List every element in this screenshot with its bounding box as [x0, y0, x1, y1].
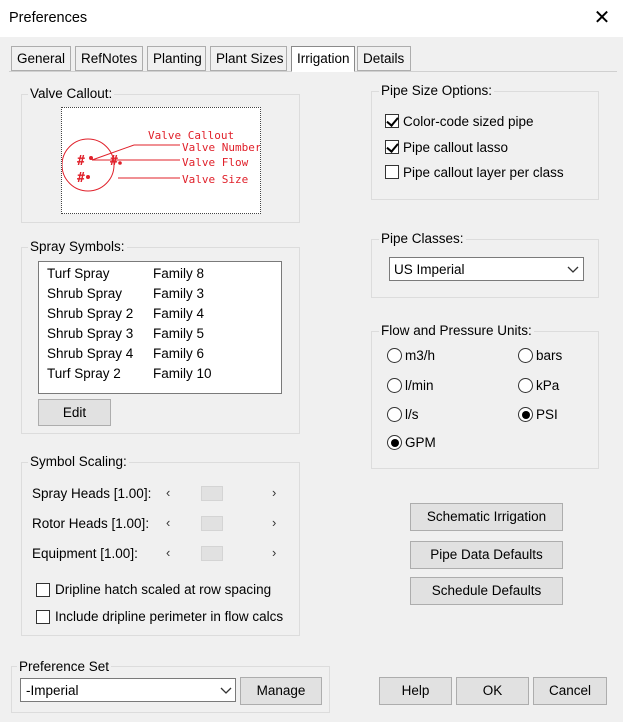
list-item[interactable]: Shrub Spray: [47, 286, 122, 301]
pipe-callout-lasso-label: Pipe callout lasso: [403, 140, 509, 155]
bars-radio[interactable]: [518, 348, 533, 363]
pipe-size-options-label: Pipe Size Options:: [379, 83, 495, 98]
rotor-heads-slider[interactable]: [201, 516, 223, 531]
spray-heads-left-arrow[interactable]: ‹: [166, 485, 170, 500]
psi-radio[interactable]: [518, 407, 533, 422]
equipment-right-arrow[interactable]: ›: [272, 545, 276, 560]
list-item-family: Family 4: [153, 306, 205, 321]
list-item[interactable]: Turf Spray 2: [47, 366, 121, 381]
title-bar: Preferences ✕: [0, 0, 623, 37]
pipe-callout-lasso-checkbox[interactable]: [385, 140, 399, 154]
manage-button[interactable]: Manage: [240, 677, 322, 705]
preference-set-select[interactable]: -Imperial: [20, 678, 236, 702]
dripline-hatch-label: Dripline hatch scaled at row spacing: [55, 582, 272, 597]
tab-planting[interactable]: Planting: [147, 46, 206, 71]
tab-details[interactable]: Details: [357, 46, 411, 71]
list-item[interactable]: Shrub Spray 2: [47, 306, 133, 321]
preference-set-value: -Imperial: [26, 683, 79, 698]
dripline-perimeter-checkbox[interactable]: [36, 610, 50, 624]
lmin-radio[interactable]: [387, 378, 402, 393]
chevron-down-icon: [220, 687, 232, 694]
schematic-irrigation-button[interactable]: Schematic Irrigation: [410, 503, 563, 531]
ls-radio[interactable]: [387, 407, 402, 422]
m3h-label: m3/h: [405, 348, 436, 363]
list-item-family: Family 10: [153, 366, 212, 381]
window-title: Preferences: [9, 10, 88, 26]
list-item[interactable]: Shrub Spray 4: [47, 346, 133, 361]
equipment-slider[interactable]: [201, 546, 223, 561]
pipe-callout-layer-checkbox[interactable]: [385, 165, 399, 179]
pipe-classes-label: Pipe Classes:: [379, 231, 466, 246]
equipment-left-arrow[interactable]: ‹: [166, 545, 170, 560]
svg-text:#: #: [110, 154, 118, 169]
tab-irrigation[interactable]: Irrigation: [291, 46, 355, 72]
list-item[interactable]: Shrub Spray 3: [47, 326, 133, 341]
gpm-label: GPM: [405, 435, 436, 450]
pipe-data-defaults-button[interactable]: Pipe Data Defaults: [410, 541, 563, 569]
help-button[interactable]: Help: [379, 677, 452, 705]
flow-units-label: Flow and Pressure Units:: [379, 323, 534, 338]
kpa-label: kPa: [536, 378, 560, 393]
close-icon[interactable]: ✕: [593, 8, 611, 28]
dripline-hatch-checkbox[interactable]: [36, 583, 50, 597]
list-item-family: Family 8: [153, 266, 205, 281]
ok-button[interactable]: OK: [456, 677, 529, 705]
m3h-radio[interactable]: [387, 348, 402, 363]
list-item-family: Family 5: [153, 326, 205, 341]
tab-plant-sizes[interactable]: Plant Sizes: [210, 46, 287, 71]
spray-heads-right-arrow[interactable]: ›: [272, 485, 276, 500]
list-item[interactable]: Turf Spray: [47, 266, 110, 281]
chevron-down-icon: [567, 266, 579, 273]
lmin-label: l/min: [405, 378, 434, 393]
edit-button[interactable]: Edit: [38, 399, 111, 426]
list-item-family: Family 6: [153, 346, 205, 361]
svg-text:Valve Size: Valve Size: [182, 173, 248, 186]
valve-callout-preview[interactable]: Valve Callout Valve Number Valve Flow Va…: [61, 107, 262, 214]
tab-refnotes[interactable]: RefNotes: [75, 46, 143, 71]
list-item-family: Family 3: [153, 286, 205, 301]
pipe-classes-select[interactable]: US Imperial: [389, 257, 584, 281]
schedule-defaults-button[interactable]: Schedule Defaults: [410, 577, 563, 605]
rotor-heads-label: Rotor Heads [1.00]:: [32, 516, 150, 531]
tab-general[interactable]: General: [11, 46, 71, 71]
dripline-perimeter-label: Include dripline perimeter in flow calcs: [55, 609, 284, 624]
svg-text:#: #: [77, 171, 85, 186]
spray-symbols-list[interactable]: Turf Spray Family 8 Shrub Spray Family 3…: [38, 261, 282, 394]
rotor-heads-left-arrow[interactable]: ‹: [166, 515, 170, 530]
color-code-label: Color-code sized pipe: [403, 114, 534, 129]
svg-text:Valve Flow: Valve Flow: [182, 156, 249, 169]
rotor-heads-right-arrow[interactable]: ›: [272, 515, 276, 530]
gpm-radio[interactable]: [387, 435, 402, 450]
valve-callout-symbol: Valve Callout Valve Number Valve Flow Va…: [61, 129, 262, 192]
equipment-label: Equipment [1.00]:: [32, 546, 138, 561]
pipe-callout-layer-label: Pipe callout layer per class: [403, 165, 564, 180]
cancel-button[interactable]: Cancel: [533, 677, 607, 705]
color-code-checkbox[interactable]: [385, 114, 399, 128]
pipe-classes-value: US Imperial: [394, 262, 465, 277]
bars-label: bars: [536, 348, 563, 363]
kpa-radio[interactable]: [518, 378, 533, 393]
ls-label: l/s: [405, 407, 419, 422]
psi-label: PSI: [536, 407, 558, 422]
svg-text:#: #: [77, 154, 85, 169]
valve-callout-label: Valve Callout:: [28, 86, 115, 101]
spray-heads-label: Spray Heads [1.00]:: [32, 486, 152, 501]
symbol-scaling-label: Symbol Scaling:: [28, 454, 129, 469]
preference-set-label: Preference Set: [17, 659, 112, 674]
svg-text:Valve Number: Valve Number: [182, 141, 260, 154]
spray-symbols-label: Spray Symbols:: [28, 239, 127, 254]
spray-heads-slider[interactable]: [201, 486, 223, 501]
